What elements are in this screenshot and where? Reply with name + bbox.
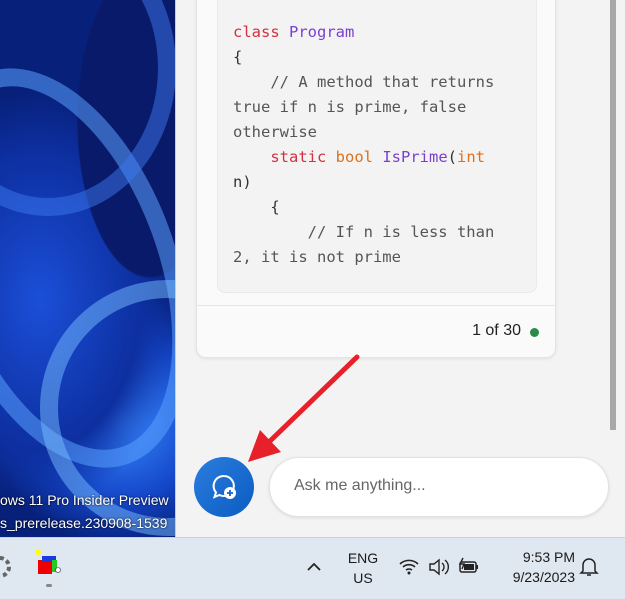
chat-bubble-plus-icon [212, 474, 236, 499]
code-line: n) [233, 170, 494, 195]
code-token: ( [447, 148, 457, 166]
code-line: class Program [233, 20, 494, 45]
code-token: // If n is less than [233, 223, 495, 241]
code-line: // A method that returns [233, 70, 494, 95]
clock[interactable]: 9:53 PM 9/23/2023 [495, 549, 575, 585]
code-token: class [233, 23, 289, 41]
status-dot [530, 328, 539, 337]
code-line: otherwise [233, 120, 494, 145]
code-token: otherwise [233, 123, 317, 141]
code-block: class Program { // A method that returns t… [217, 0, 537, 293]
code-token: 2, it is not prime [233, 248, 401, 266]
clock-date: 9/23/2023 [512, 569, 575, 585]
copilot-panel: class Program { // A method that returns t… [175, 0, 625, 537]
code-token: true if n is prime, false [233, 98, 467, 116]
settings-gear-icon[interactable] [0, 552, 12, 582]
clock-time: 9:53 PM [522, 549, 575, 565]
code-token: static [233, 148, 336, 166]
new-topic-button[interactable] [194, 457, 254, 517]
notification-bell-icon[interactable] [579, 556, 599, 578]
volume-icon[interactable] [427, 557, 451, 577]
desktop-watermark-line1: ows 11 Pro Insider Preview [0, 492, 169, 508]
code-token: Program [289, 23, 355, 41]
ask-input[interactable] [292, 476, 586, 496]
code-line: { [233, 45, 494, 70]
ask-input-box[interactable] [269, 457, 609, 517]
code-line: // If n is less than [233, 220, 495, 245]
code-text: class Program { // A method that returns t… [233, 20, 494, 270]
lang-region: US [353, 570, 373, 586]
app-cube-icon[interactable] [30, 548, 70, 593]
code-token: bool [335, 148, 383, 166]
code-token: IsPrime [382, 148, 448, 166]
lang-code: ENG [347, 550, 379, 566]
code-token: { [233, 198, 280, 216]
response-counter: 1 of 30 [472, 322, 521, 339]
card-divider [197, 305, 555, 306]
code-token: int [457, 148, 485, 166]
chevron-up-icon[interactable] [305, 558, 323, 576]
desktop-watermark-line2: s_prerelease.230908-1539 [0, 515, 168, 531]
code-line: { [233, 195, 494, 220]
code-token: { [233, 48, 243, 66]
language-indicator[interactable]: ENG US [344, 550, 382, 586]
battery-charging-icon[interactable] [458, 556, 482, 576]
code-line: true if n is prime, false [233, 95, 494, 120]
code-token: // A method that returns [233, 73, 495, 91]
taskbar: ENG US 9:53 PM 9/23/2023 [0, 537, 625, 599]
code-line: static bool IsPrime(int [233, 145, 494, 170]
response-card: class Program { // A method that returns t… [196, 0, 556, 358]
code-token: n) [233, 173, 252, 191]
code-line: 2, it is not prime [233, 245, 494, 270]
scrollbar[interactable] [610, 0, 616, 430]
wifi-icon[interactable] [398, 558, 420, 576]
desktop-wallpaper: ows 11 Pro Insider Preview s_prerelease.… [0, 0, 175, 537]
